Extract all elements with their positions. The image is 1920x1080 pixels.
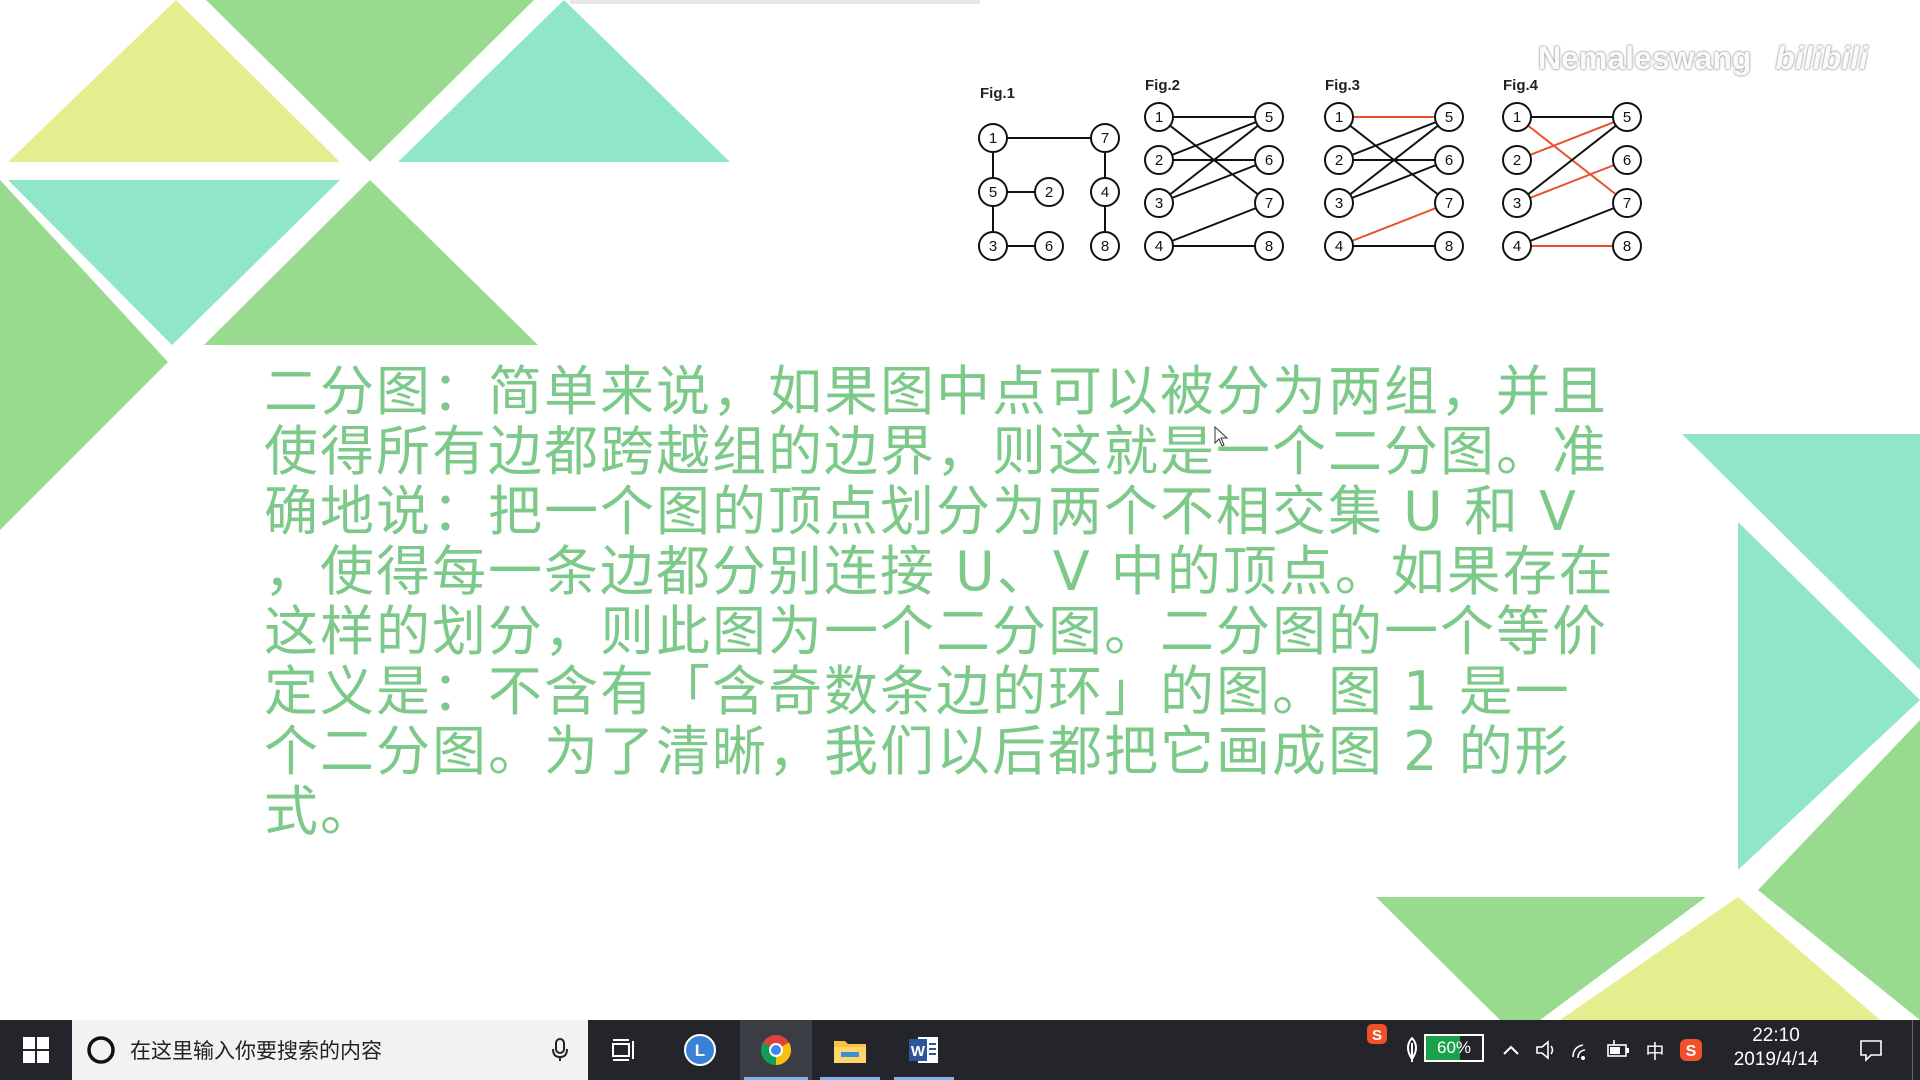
show-desktop-button[interactable] xyxy=(1912,1020,1920,1080)
bipartite-figures: Fig.1 1 5 3 7 2 6 4 8 Fig.2 1 2 3 4 5 6 … xyxy=(978,77,1642,261)
slide-paragraph: 二分图：简单来说，如果图中点可以被分为两组，并且使得所有边都跨越组的边界，则这就… xyxy=(264,360,1615,843)
svg-text:5: 5 xyxy=(1445,109,1453,126)
action-center-button[interactable] xyxy=(1846,1020,1896,1080)
svg-text:S: S xyxy=(1686,1043,1697,1060)
svg-text:8: 8 xyxy=(1445,238,1453,255)
figure-3-label: Fig.3 xyxy=(1325,77,1360,94)
notification-icon xyxy=(1860,1040,1882,1062)
svg-text:1: 1 xyxy=(1513,109,1521,126)
task-view-icon xyxy=(612,1039,634,1061)
watermark-user: Nemaleswang xyxy=(1538,40,1752,76)
search-placeholder: 在这里输入你要搜索的内容 xyxy=(130,1039,382,1063)
ime-language-button[interactable]: 中 xyxy=(1640,1020,1670,1080)
cortana-icon xyxy=(87,1036,115,1064)
watermark-brand: bilibili xyxy=(1775,40,1868,76)
svg-text:1: 1 xyxy=(989,130,997,147)
svg-text:4: 4 xyxy=(1101,184,1109,201)
svg-text:7: 7 xyxy=(1623,195,1631,212)
figure-1-label: Fig.1 xyxy=(980,85,1015,102)
taskbar-app-file-explorer[interactable] xyxy=(816,1020,884,1080)
svg-text:2: 2 xyxy=(1155,152,1163,169)
figure-3: Fig.3 1 2 3 4 5 6 7 8 xyxy=(1324,77,1464,261)
chrome-icon xyxy=(760,1035,792,1065)
word-icon: W xyxy=(909,1037,938,1063)
svg-text:8: 8 xyxy=(1101,238,1109,255)
taskbar-app-chrome[interactable] xyxy=(740,1020,812,1080)
svg-text:3: 3 xyxy=(1513,195,1521,212)
taskbar-search-box[interactable]: 在这里输入你要搜索的内容 xyxy=(72,1020,588,1080)
svg-text:1: 1 xyxy=(1155,109,1163,126)
power-button[interactable] xyxy=(1602,1020,1636,1080)
svg-text:5: 5 xyxy=(989,184,997,201)
svg-text:S: S xyxy=(1372,1027,1382,1044)
svg-text:W: W xyxy=(911,1043,926,1060)
svg-text:7: 7 xyxy=(1101,130,1109,147)
svg-text:2: 2 xyxy=(1045,184,1053,201)
svg-text:6: 6 xyxy=(1623,152,1631,169)
svg-text:4: 4 xyxy=(1335,238,1343,255)
clock-time: 22:10 xyxy=(1752,1025,1800,1046)
microphone-icon[interactable] xyxy=(552,1038,568,1062)
taskbar-app-word[interactable]: W xyxy=(890,1020,958,1080)
svg-text:8: 8 xyxy=(1265,238,1273,255)
mouse-cursor-icon xyxy=(1214,426,1229,447)
svg-text:1: 1 xyxy=(1335,109,1343,126)
task-view-button[interactable] xyxy=(592,1020,658,1080)
leaf-tray-icon[interactable] xyxy=(1398,1020,1426,1080)
svg-text:2: 2 xyxy=(1335,152,1343,169)
leaf-icon xyxy=(1407,1037,1417,1062)
svg-text:8: 8 xyxy=(1623,238,1631,255)
svg-text:7: 7 xyxy=(1445,195,1453,212)
figure-1: Fig.1 1 5 3 7 2 6 4 8 xyxy=(978,85,1120,261)
taskbar-clock[interactable]: 22:10 2019/4/14 xyxy=(1716,1020,1836,1080)
battery-percent-badge[interactable]: 60% xyxy=(1424,1034,1484,1062)
svg-text:2: 2 xyxy=(1513,152,1521,169)
svg-text:3: 3 xyxy=(1155,195,1163,212)
figure-4-label: Fig.4 xyxy=(1503,77,1539,94)
svg-text:4: 4 xyxy=(1513,238,1521,255)
start-button[interactable] xyxy=(0,1020,72,1080)
taskbar-app-l[interactable]: L xyxy=(666,1020,734,1080)
sogou-icon: S xyxy=(1367,1024,1387,1044)
svg-text:7: 7 xyxy=(1265,195,1273,212)
sogou-icon: S xyxy=(1680,1039,1702,1061)
svg-text:L: L xyxy=(695,1041,705,1060)
volume-button[interactable] xyxy=(1530,1020,1564,1080)
figure-4: Fig.4 1 2 3 4 5 6 7 8 xyxy=(1502,77,1642,261)
network-button[interactable] xyxy=(1566,1020,1600,1080)
svg-text:6: 6 xyxy=(1265,152,1273,169)
speaker-icon xyxy=(1536,1040,1554,1060)
windows-logo-icon xyxy=(23,1037,49,1063)
l-app-icon: L xyxy=(684,1034,716,1066)
windows-taskbar: 在这里输入你要搜索的内容 L W S 60% 中 S 22:10 2019/4/… xyxy=(0,1020,1920,1080)
figure-2-label: Fig.2 xyxy=(1145,77,1180,94)
show-hidden-icons-button[interactable] xyxy=(1496,1020,1526,1080)
battery-plug-icon xyxy=(1607,1040,1629,1057)
sogou-notification-icon[interactable]: S xyxy=(1362,1014,1392,1054)
wifi-icon xyxy=(1572,1044,1586,1060)
svg-text:6: 6 xyxy=(1045,238,1053,255)
svg-text:4: 4 xyxy=(1155,238,1163,255)
figure-2: Fig.2 1 2 3 4 5 6 7 8 xyxy=(1144,77,1284,261)
battery-percent-text: 60% xyxy=(1436,1038,1472,1057)
folder-icon xyxy=(834,1041,866,1063)
video-watermark: Nemaleswang bilibili xyxy=(1538,40,1868,77)
chevron-up-icon xyxy=(1503,1045,1519,1055)
svg-text:5: 5 xyxy=(1265,109,1273,126)
sogou-ime-button[interactable]: S xyxy=(1674,1020,1708,1080)
svg-text:5: 5 xyxy=(1623,109,1631,126)
svg-text:6: 6 xyxy=(1445,152,1453,169)
svg-text:3: 3 xyxy=(1335,195,1343,212)
clock-date: 2019/4/14 xyxy=(1733,1049,1819,1070)
svg-text:3: 3 xyxy=(989,238,997,255)
